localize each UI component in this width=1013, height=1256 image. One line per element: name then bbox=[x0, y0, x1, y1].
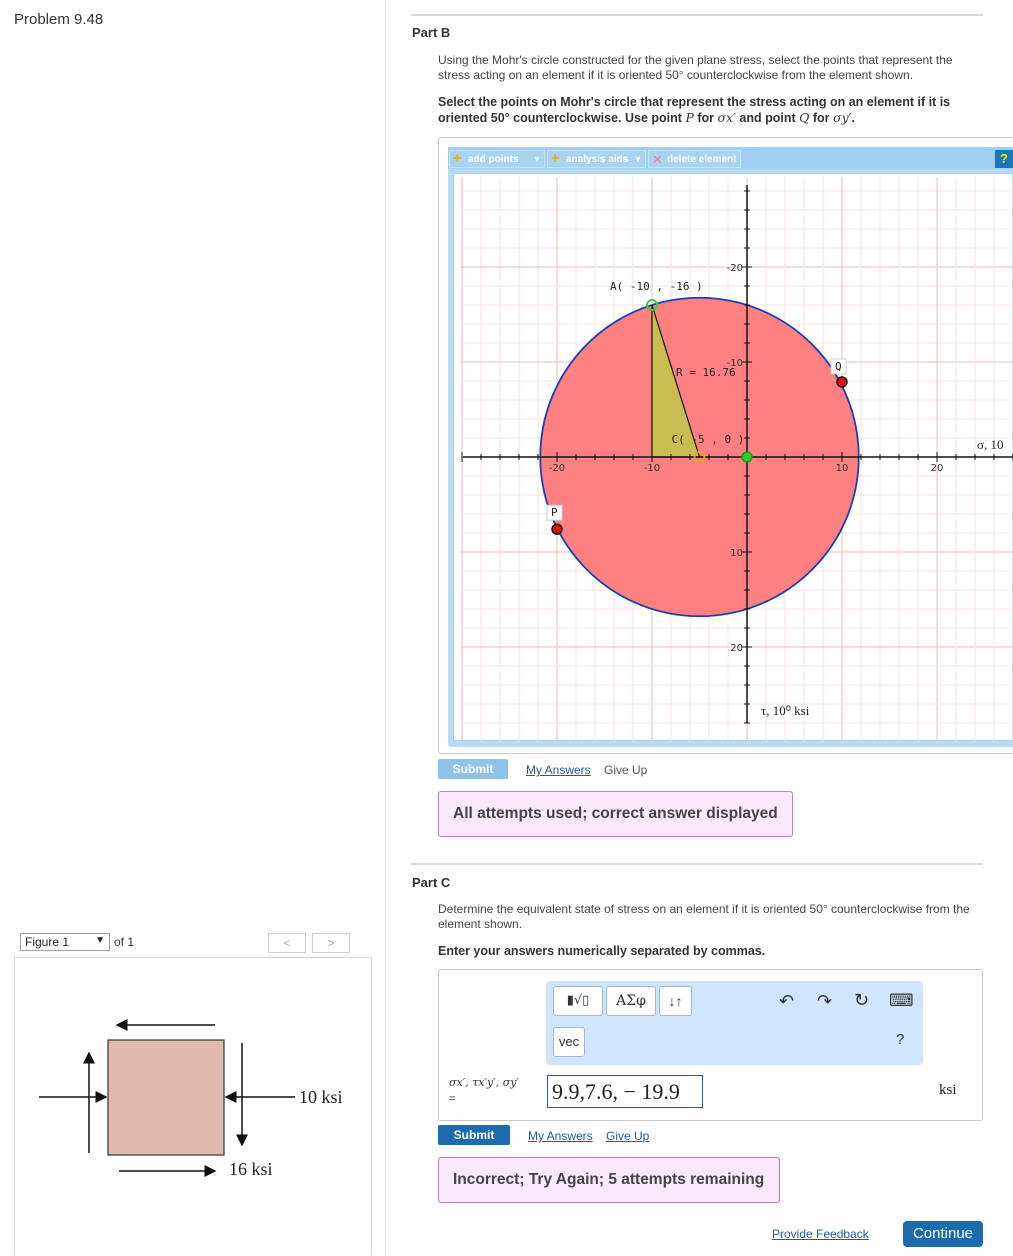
divider bbox=[411, 863, 983, 865]
part-b-instruction: Select the points on Mohr's circle that … bbox=[438, 95, 951, 125]
editor-help-icon[interactable]: ? bbox=[896, 1031, 904, 1048]
part-c-give-up-link[interactable]: Give Up bbox=[606, 1129, 649, 1143]
divider bbox=[411, 14, 983, 16]
analysis-aids-button[interactable]: + analysis aids ▼ bbox=[547, 150, 646, 168]
stress-element-square bbox=[107, 1039, 225, 1156]
undo-icon[interactable]: ↶ bbox=[779, 991, 794, 1012]
part-c-instruction: Enter your answers numerically separated… bbox=[438, 944, 766, 958]
answer-variable-label: σx′, τx′y′, σy′ bbox=[449, 1076, 519, 1089]
point-p bbox=[551, 523, 563, 535]
answer-equals: = bbox=[449, 1093, 456, 1105]
redo-icon[interactable]: ↷ bbox=[817, 991, 832, 1012]
chevron-down-icon: ▼ bbox=[533, 155, 541, 164]
prev-figure-button[interactable]: < bbox=[268, 933, 306, 953]
part-b-feedback: All attempts used; correct answer displa… bbox=[438, 791, 793, 837]
figure-select-value: Figure 1 bbox=[25, 935, 70, 949]
part-b-description: Using the Mohr's circle constructed for … bbox=[438, 53, 953, 82]
part-c-description: Determine the equivalent state of stress… bbox=[438, 902, 970, 931]
part-c-submit-button[interactable]: Submit bbox=[438, 1125, 510, 1145]
plus-icon: + bbox=[453, 150, 462, 167]
part-c-my-answers-link[interactable]: My Answers bbox=[528, 1129, 593, 1143]
stress-element-figure: 10 ksi 16 ksi bbox=[39, 1019, 343, 1179]
close-icon: ✕ bbox=[652, 152, 663, 167]
reset-icon[interactable]: ↻ bbox=[854, 990, 869, 1011]
provide-feedback-link[interactable]: Provide Feedback bbox=[772, 1227, 869, 1241]
point-q bbox=[836, 376, 848, 388]
part-c-title: Part C bbox=[412, 875, 451, 890]
shear-stress-label: 16 ksi bbox=[229, 1159, 273, 1179]
point-p-label: P bbox=[551, 506, 558, 519]
figure-count: of 1 bbox=[114, 935, 135, 949]
sigma-tick-label: -10 bbox=[644, 463, 660, 474]
normal-stress-label: 10 ksi bbox=[299, 1087, 343, 1107]
sigma-tick-label: -20 bbox=[549, 463, 565, 474]
figure-navigation: Figure 1 ▼ of 1 < > bbox=[14, 931, 372, 955]
sigma-tick-label: 20 bbox=[931, 463, 944, 474]
part-c-feedback: Incorrect; Try Again; 5 attempts remaini… bbox=[438, 1157, 780, 1203]
sigma-tick-label: 10 bbox=[836, 463, 849, 474]
plot-group: -20 -10 10 20-20-101020σ, 10τ, 10⁰ ksiR = 1… bbox=[461, 177, 1013, 741]
plus-icon: + bbox=[551, 150, 560, 167]
point-c-label: C( -5 , 0 ) bbox=[672, 433, 745, 446]
sub-superscript-button[interactable]: ↓↑ bbox=[659, 986, 692, 1016]
greek-symbols-button[interactable]: ΑΣφ bbox=[606, 986, 656, 1016]
part-b-title: Part B bbox=[412, 25, 451, 40]
problem-title: Problem 9.48 bbox=[14, 11, 104, 28]
point-q-label: Q bbox=[835, 360, 842, 373]
left-panel: Problem 9.48 Figure 1 ▼ of 1 < > 10 ksi … bbox=[0, 0, 386, 1255]
chevron-down-icon: ▼ bbox=[634, 155, 642, 164]
help-button[interactable]: ? bbox=[995, 150, 1013, 168]
next-figure-button[interactable]: > bbox=[312, 933, 350, 953]
figure-select[interactable]: Figure 1 ▼ bbox=[20, 933, 110, 951]
part-b-give-up-link[interactable]: Give Up bbox=[604, 763, 647, 777]
tau-tick-label: 10 bbox=[730, 548, 743, 559]
radius-label: R = 16.76 bbox=[676, 366, 736, 379]
tau-axis-label: τ, 10⁰ ksi bbox=[761, 703, 810, 718]
templates-button[interactable]: ▮√▯ bbox=[553, 986, 603, 1016]
point-a-label: A( -10 , -16 ) bbox=[610, 280, 703, 293]
tau-tick-label: -20 bbox=[727, 263, 743, 274]
tau-tick-label: 20 bbox=[730, 643, 743, 654]
chevron-down-icon: ▼ bbox=[95, 935, 105, 946]
answer-unit: ksi bbox=[939, 1082, 957, 1098]
continue-button[interactable]: Continue bbox=[903, 1221, 983, 1247]
answer-input[interactable]: 9.9,7.6, − 19.9 bbox=[547, 1075, 703, 1108]
delete-element-button[interactable]: ✕ delete element bbox=[648, 150, 741, 168]
keyboard-icon[interactable]: ⌨ bbox=[889, 991, 914, 1011]
mohr-circle-chart[interactable]: -20 -10 10 20-20-101020σ, 10τ, 10⁰ ksiR = 1… bbox=[453, 173, 1013, 741]
part-b-my-answers-link[interactable]: My Answers bbox=[526, 763, 591, 777]
figure-panel: 10 ksi 16 ksi bbox=[14, 957, 372, 1255]
part-b-submit-button[interactable]: Submit bbox=[438, 759, 508, 779]
sigma-axis-label: σ, 10 bbox=[977, 437, 1004, 452]
add-points-button[interactable]: + add points ▼ bbox=[449, 150, 545, 168]
vector-button[interactable]: vec bbox=[553, 1027, 585, 1057]
point-origin bbox=[741, 451, 753, 463]
